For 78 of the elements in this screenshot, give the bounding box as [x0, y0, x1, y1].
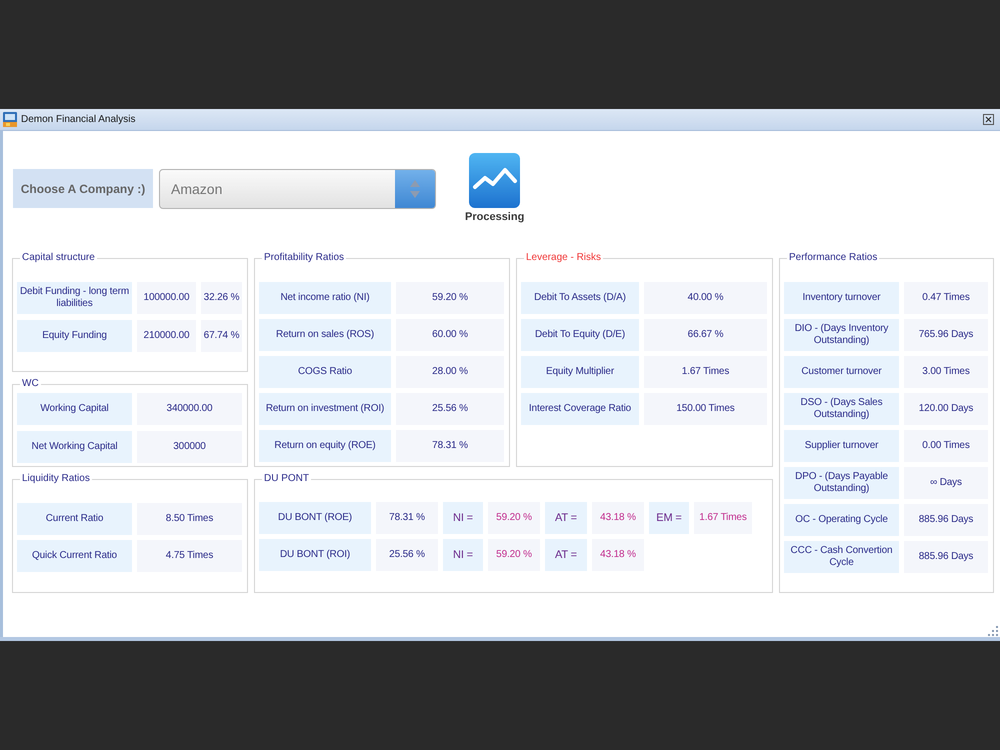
metric-value: 8.50 Times: [137, 503, 242, 535]
metric-label: Interest Coverage Ratio: [521, 393, 639, 425]
metric-value: 885.96 Days: [904, 504, 988, 536]
formula-value: 59.20 %: [488, 502, 540, 534]
formula-value: 59.20 %: [488, 539, 540, 571]
metric-value: 0.47 Times: [904, 282, 988, 314]
percent-value: 32.26 %: [201, 282, 242, 314]
metric-label: DU BONT (ROE): [259, 502, 371, 534]
company-dropdown[interactable]: Amazon: [159, 169, 436, 209]
section-title: Profitability Ratios: [263, 252, 346, 264]
section-title: DU PONT: [263, 473, 310, 485]
metric-value: 885.96 Days: [904, 541, 988, 573]
metric-label: Inventory turnover: [784, 282, 899, 314]
metric-label: Debit Funding - long term liabilities: [17, 282, 132, 314]
line-chart-icon: [469, 153, 520, 208]
company-label: Choose A Company :): [13, 169, 153, 208]
metric-label: Return on investment (ROI): [259, 393, 391, 425]
metric-label: DIO - (Days Inventory Outstanding): [784, 319, 899, 351]
metric-label: DSO - (Days Sales Outstanding): [784, 393, 899, 425]
metric-value: 25.56 %: [396, 393, 504, 425]
metric-value: 60.00 %: [396, 319, 504, 351]
metric-label: Debit To Assets (D/A): [521, 282, 639, 314]
metric-value: 4.75 Times: [137, 540, 242, 572]
metric-label: CCC - Cash Convertion Cycle: [784, 541, 899, 573]
metric-label: DPO - (Days Payable Outstanding): [784, 467, 899, 499]
metric-label: Quick Current Ratio: [17, 540, 132, 572]
formula-label: EM =: [649, 502, 689, 534]
metric-value: 100000.00: [137, 282, 196, 314]
formula-value: 1.67 Times: [694, 502, 752, 534]
resize-grip-icon[interactable]: [988, 626, 998, 636]
section-title: Leverage - Risks: [525, 252, 602, 264]
section-title: Capital structure: [21, 252, 96, 264]
metric-value: 78.31 %: [376, 502, 438, 534]
metric-label: DU BONT (ROI): [259, 539, 371, 571]
formula-value: 43.18 %: [592, 502, 644, 534]
metric-label: Return on sales (ROS): [259, 319, 391, 351]
formula-label: NI =: [443, 539, 483, 571]
percent-value: 67.74 %: [201, 320, 242, 352]
metric-label: OC - Operating Cycle: [784, 504, 899, 536]
metric-value: 210000.00: [137, 320, 196, 352]
processing-button[interactable]: Processing: [465, 153, 524, 223]
metric-value: 25.56 %: [376, 539, 438, 571]
metric-value: 0.00 Times: [904, 430, 988, 462]
metric-label: Equity Funding: [17, 320, 132, 352]
formula-label: NI =: [443, 502, 483, 534]
metric-label: Working Capital: [17, 393, 132, 425]
metric-value: 28.00 %: [396, 356, 504, 388]
metric-value: ∞ Days: [904, 467, 988, 499]
section-title: Performance Ratios: [788, 252, 878, 264]
metric-value: 78.31 %: [396, 430, 504, 462]
metric-label: Net income ratio (NI): [259, 282, 391, 314]
metric-label: Customer turnover: [784, 356, 899, 388]
section-title: Liquidity Ratios: [21, 473, 91, 485]
formula-label: AT =: [545, 539, 587, 571]
formula-value: 43.18 %: [592, 539, 644, 571]
metric-label: Return on equity (ROE): [259, 430, 391, 462]
metric-value: 59.20 %: [396, 282, 504, 314]
metric-value: 66.67 %: [644, 319, 767, 351]
metric-value: 3.00 Times: [904, 356, 988, 388]
metric-value: 300000: [137, 431, 242, 463]
metric-value: 765.96 Days: [904, 319, 988, 351]
metric-label: Equity Multiplier: [521, 356, 639, 388]
formula-label: AT =: [545, 502, 587, 534]
metric-value: 150.00 Times: [644, 393, 767, 425]
section-title: WC: [21, 378, 40, 390]
metric-label: Supplier turnover: [784, 430, 899, 462]
metric-label: Current Ratio: [17, 503, 132, 535]
metric-value: 120.00 Days: [904, 393, 988, 425]
app-icon: [3, 112, 17, 127]
metric-value: 340000.00: [137, 393, 242, 425]
metric-label: Debit To Equity (D/E): [521, 319, 639, 351]
metric-value: 40.00 %: [644, 282, 767, 314]
metric-label: COGS Ratio: [259, 356, 391, 388]
up-down-arrows-icon: [395, 170, 435, 208]
close-icon[interactable]: [983, 114, 994, 125]
window-title: Demon Financial Analysis: [21, 114, 136, 125]
metric-value: 1.67 Times: [644, 356, 767, 388]
metric-label: Net Working Capital: [17, 431, 132, 463]
